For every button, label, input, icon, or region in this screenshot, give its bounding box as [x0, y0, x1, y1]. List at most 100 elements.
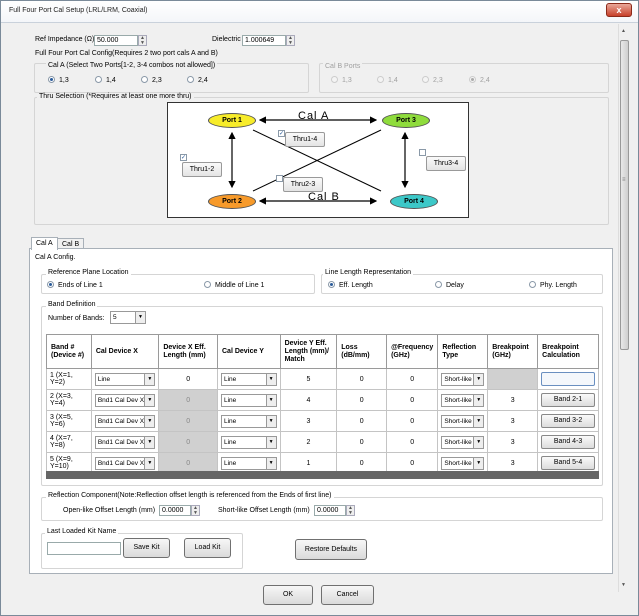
cal-device-x-dropdown[interactable]: Bnd1 Cal Dev X ▼ [94, 393, 156, 407]
chevron-down-icon: ▼ [265, 394, 276, 406]
cal-a-label: Cal A [298, 110, 330, 122]
breakpoint-calc-button[interactable] [541, 372, 595, 386]
ref-impedance-input[interactable]: 50.000 [94, 35, 138, 46]
frequency-cell[interactable]: 0 [386, 410, 439, 432]
band-cell: 4 (X=7, Y=8) [46, 431, 92, 453]
ok-button[interactable]: OK [263, 585, 313, 605]
chevron-down-icon: ▼ [473, 394, 484, 406]
cal-device-x-dropdown[interactable]: Bnd1 Cal Dev X ▼ [94, 435, 156, 449]
cal-b-option-24: 2,4 [469, 76, 490, 84]
cal-device-y-dropdown[interactable]: Line ▼ [221, 435, 277, 449]
cal-device-x-cell: Bnd1 Cal Dev X ▼ [90, 431, 160, 453]
chevron-down-icon: ▼ [144, 415, 155, 427]
ref-impedance-spinner[interactable]: ▲ ▼ [138, 35, 147, 46]
line-length-eff-option[interactable]: Eff. Length [328, 281, 373, 289]
reflection-type-dropdown[interactable]: Short-like ▼ [441, 435, 485, 449]
breakpoint-cell[interactable]: 3 [487, 431, 539, 453]
scrollbar-thumb[interactable] [620, 40, 629, 350]
ref-plane-middle-option[interactable]: Middle of Line 1 [204, 281, 264, 289]
breakpoint-calc-button[interactable]: Band 5-4 [541, 456, 595, 470]
chevron-down-icon: ▼ [473, 373, 484, 385]
thru-2-3-button[interactable]: Thru2-3 [283, 177, 323, 192]
thru-1-4-checkbox[interactable]: ✓ [278, 130, 285, 137]
reflection-type-cell: Short-like ▼ [437, 389, 489, 411]
loss-cell[interactable]: 0 [336, 368, 388, 390]
reflection-type-dropdown[interactable]: Short-like ▼ [441, 414, 485, 428]
scroll-down-icon[interactable]: ▼ [621, 582, 626, 588]
restore-defaults-button[interactable]: Restore Defaults [295, 539, 367, 560]
breakpoint-cell[interactable]: 3 [487, 410, 539, 432]
reflection-title: Reflection Component(Note:Reflection off… [46, 492, 334, 499]
cancel-button[interactable]: Cancel [321, 585, 374, 605]
reflection-type-dropdown[interactable]: Short-like ▼ [441, 456, 485, 470]
vertical-scrollbar[interactable]: ▲ ≡ ▼ [618, 24, 629, 592]
device-y-length-cell[interactable]: 2 [279, 431, 338, 453]
cal-a-option-24[interactable]: 2,4 [187, 76, 208, 84]
radio-icon [47, 281, 54, 288]
thru-1-2-checkbox[interactable]: ✓ [180, 154, 187, 161]
breakpoint-calc-button[interactable]: Band 2-1 [541, 393, 595, 407]
thru-3-4-button[interactable]: Thru3-4 [426, 156, 466, 171]
breakpoint-calc-button[interactable]: Band 4-3 [541, 435, 595, 449]
cal-device-y-cell: Line ▼ [217, 410, 281, 432]
ref-plane-ends-option[interactable]: Ends of Line 1 [47, 281, 103, 289]
frequency-cell[interactable]: 0 [386, 368, 439, 390]
cal-device-y-dropdown[interactable]: Line ▼ [221, 456, 277, 470]
cal-device-y-cell: Line ▼ [217, 368, 281, 390]
breakpoint-calc-button[interactable]: Band 3-2 [541, 414, 595, 428]
chevron-down-icon: ▼ [144, 394, 155, 406]
open-offset-input[interactable]: 0.0000 [159, 505, 191, 516]
thru-1-4-button[interactable]: Thru1-4 [285, 132, 325, 147]
scroll-up-icon[interactable]: ▲ [621, 28, 626, 34]
dielectric-spinner[interactable]: ▲ ▼ [286, 35, 295, 46]
chevron-down-icon: ▼ [144, 436, 155, 448]
frequency-cell[interactable]: 0 [386, 389, 439, 411]
device-x-length-cell: 0 [158, 389, 218, 411]
line-length-phy-option[interactable]: Phy. Length [529, 281, 577, 289]
short-offset-spinner[interactable]: ▲ ▼ [346, 505, 355, 516]
loss-cell[interactable]: 0 [336, 389, 388, 411]
device-y-length-cell[interactable]: 5 [279, 368, 338, 390]
thru-1-2-button[interactable]: Thru1-2 [182, 162, 222, 177]
reflection-type-dropdown[interactable]: Short-like ▼ [441, 393, 485, 407]
cal-a-option-14[interactable]: 1,4 [95, 76, 116, 84]
config-title: Full Four Port Cal Config(Requires 2 two… [35, 50, 218, 57]
cal-a-option-13[interactable]: 1,3 [48, 76, 69, 84]
cal-device-x-dropdown[interactable]: Bnd1 Cal Dev X ▼ [94, 414, 156, 428]
open-offset-label: Open-like Offset Length (mm) [63, 507, 156, 514]
cal-device-y-dropdown[interactable]: Line ▼ [221, 372, 277, 386]
cal-device-y-dropdown[interactable]: Line ▼ [221, 393, 277, 407]
cal-device-x-dropdown[interactable]: Line ▼ [94, 372, 156, 386]
device-x-length-cell[interactable]: 0 [158, 368, 218, 390]
cal-a-option-23[interactable]: 2,3 [141, 76, 162, 84]
band-cell: 3 (X=5, Y=6) [46, 410, 92, 432]
short-offset-input[interactable]: 0.0000 [314, 505, 346, 516]
cal-device-y-cell: Line ▼ [217, 389, 281, 411]
reflection-type-dropdown[interactable]: Short-like ▼ [441, 372, 485, 386]
open-offset-spinner[interactable]: ▲ ▼ [191, 505, 200, 516]
frequency-cell[interactable]: 0 [386, 431, 439, 453]
dielectric-input[interactable]: 1.000649 [242, 35, 286, 46]
breakpoint-calc-cell: Band 4-3 [537, 431, 599, 453]
line-length-delay-option[interactable]: Delay [435, 281, 464, 289]
num-bands-dropdown[interactable]: 5 ▼ [110, 311, 146, 324]
kit-name-input[interactable] [47, 542, 121, 555]
cal-device-y-dropdown[interactable]: Line ▼ [221, 414, 277, 428]
save-kit-button[interactable]: Save Kit [123, 538, 170, 558]
cal-device-x-dropdown[interactable]: Bnd1 Cal Dev X ▼ [94, 456, 156, 470]
loss-cell[interactable]: 0 [336, 410, 388, 432]
loss-cell[interactable]: 0 [336, 431, 388, 453]
thru-2-3-checkbox[interactable] [276, 175, 283, 182]
device-y-length-cell[interactable]: 3 [279, 410, 338, 432]
table-header: Cal Device Y [217, 334, 281, 369]
tab-cal-a[interactable]: Cal A [31, 237, 58, 250]
breakpoint-cell [487, 368, 539, 390]
thru-3-4-checkbox[interactable] [419, 149, 426, 156]
device-y-length-cell[interactable]: 4 [279, 389, 338, 411]
radio-icon [95, 76, 102, 83]
load-kit-button[interactable]: Load Kit [184, 538, 231, 558]
band-cell: 1 (X=1, Y=2) [46, 368, 92, 390]
chevron-down-icon: ▼ [265, 373, 276, 385]
breakpoint-cell[interactable]: 3 [487, 389, 539, 411]
close-button[interactable]: x [606, 3, 632, 17]
